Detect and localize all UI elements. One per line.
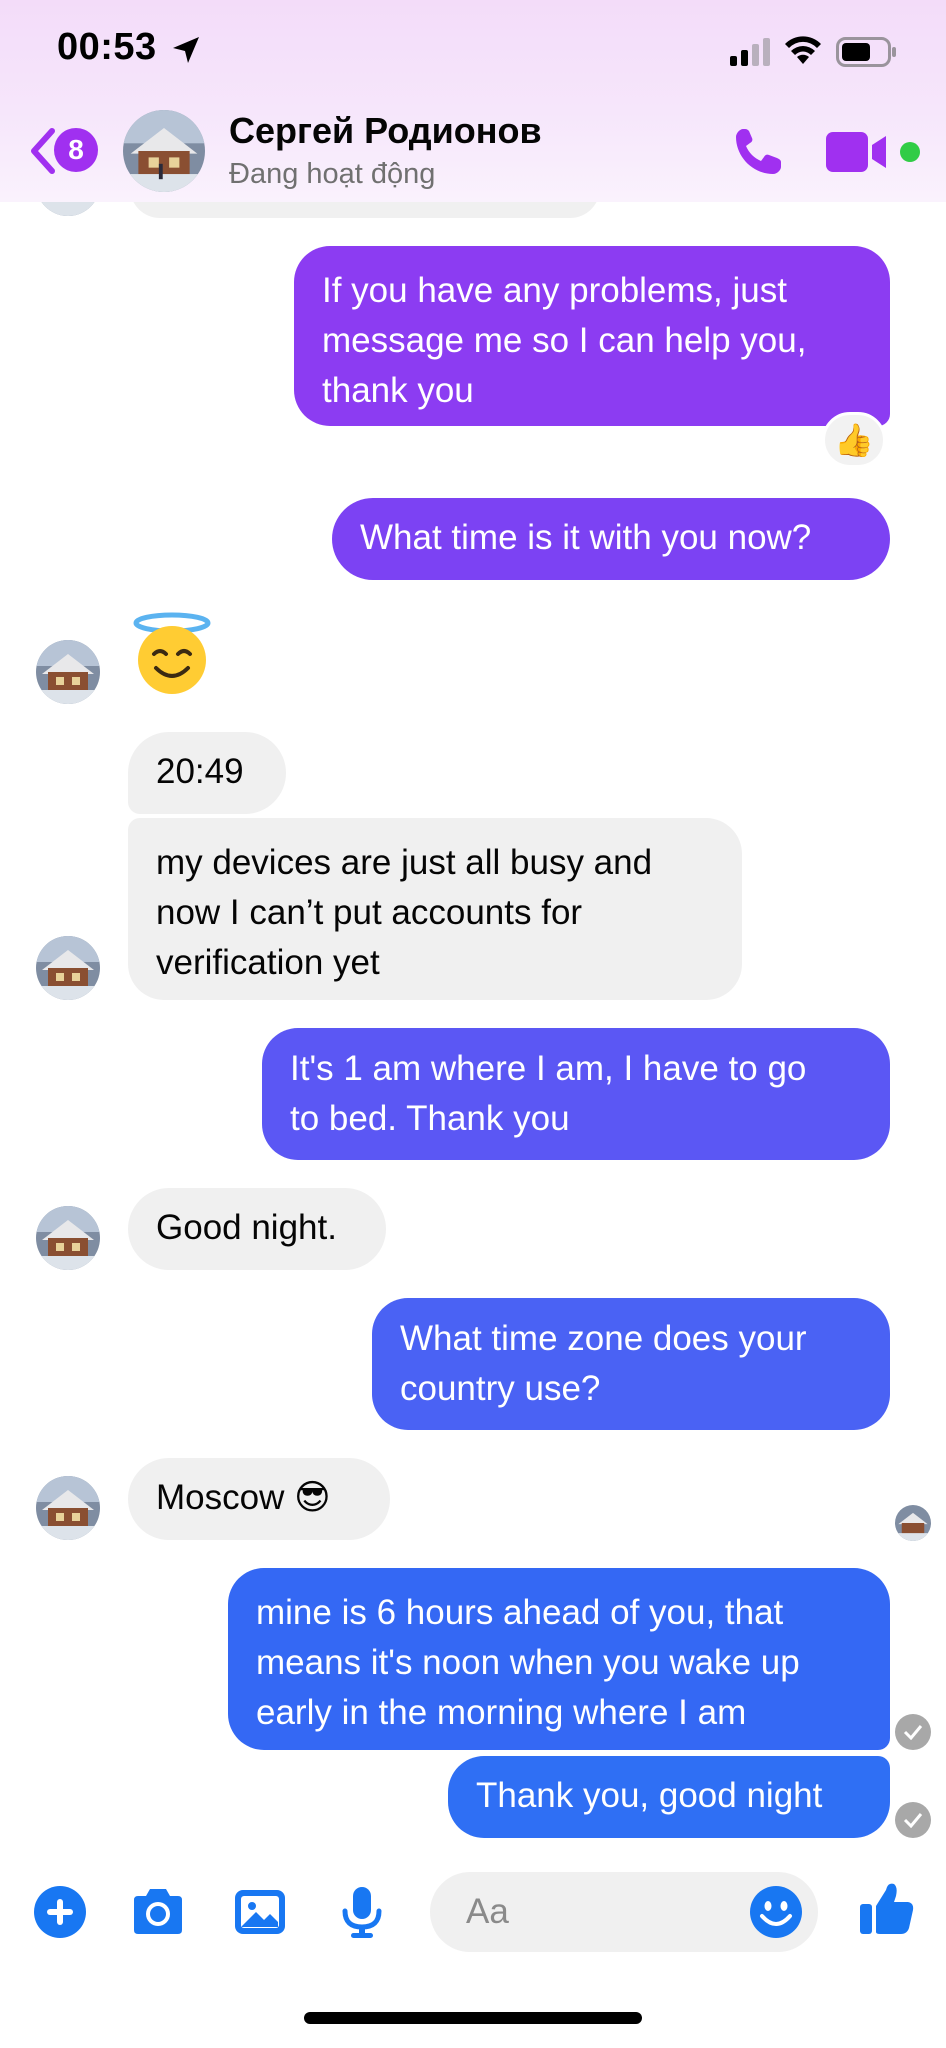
gallery-icon[interactable] bbox=[232, 1884, 288, 1940]
video-camera-icon[interactable] bbox=[826, 130, 890, 174]
thumbs-up-icon[interactable] bbox=[856, 1878, 916, 1938]
message-bubble-out[interactable]: Thank you, good night bbox=[448, 1756, 890, 1838]
online-status-dot bbox=[900, 142, 920, 162]
message-text: 20:49 bbox=[156, 752, 244, 791]
sent-check-icon bbox=[895, 1714, 931, 1750]
message-text: means it's noon when you wake up bbox=[256, 1643, 800, 1682]
back-button[interactable]: 8 bbox=[28, 124, 104, 178]
microphone-icon[interactable] bbox=[334, 1884, 390, 1940]
sender-avatar[interactable] bbox=[36, 1206, 100, 1270]
location-arrow-icon bbox=[173, 37, 199, 63]
message-input[interactable]: Aa bbox=[430, 1872, 818, 1952]
cellular-signal-icon bbox=[730, 38, 770, 66]
message-text: If you have any problems, just bbox=[322, 271, 787, 310]
home-indicator[interactable] bbox=[304, 2012, 642, 2024]
contact-status: Đang hoạt động bbox=[229, 158, 436, 190]
message-text: Thank you, good night bbox=[476, 1776, 823, 1815]
wifi-icon bbox=[785, 36, 821, 64]
phone-icon[interactable] bbox=[730, 124, 786, 180]
thumbs-up-reaction[interactable]: 👍 bbox=[822, 412, 886, 468]
message-text: What time zone does your bbox=[400, 1319, 807, 1358]
status-time: 00:53 bbox=[57, 26, 157, 68]
sent-check-icon bbox=[895, 1802, 931, 1838]
message-text: to bed. Thank you bbox=[290, 1099, 570, 1138]
message-bubble-out[interactable]: It's 1 am where I am, I have to go to be… bbox=[262, 1028, 890, 1160]
message-bubble-out[interactable]: If you have any problems, just message m… bbox=[294, 246, 890, 426]
message-text: message me so I can help you, bbox=[322, 321, 807, 360]
sender-avatar[interactable] bbox=[36, 936, 100, 1000]
message-bubble-out[interactable]: What time zone does your country use? bbox=[372, 1298, 890, 1430]
message-bubble-out[interactable]: What time is it with you now? bbox=[332, 498, 890, 580]
battery-icon bbox=[836, 37, 896, 67]
contact-avatar[interactable] bbox=[123, 110, 205, 192]
sender-avatar[interactable] bbox=[36, 640, 100, 704]
sender-avatar[interactable] bbox=[36, 1476, 100, 1540]
message-text: It's 1 am where I am, I have to go bbox=[290, 1049, 807, 1088]
message-bubble-out[interactable]: mine is 6 hours ahead of you, that means… bbox=[228, 1568, 890, 1750]
unread-count-badge: 8 bbox=[54, 128, 98, 172]
read-receipt-avatar bbox=[895, 1505, 931, 1541]
chat-header: 00:53 8 Сергей Родионов Đang hoạt động bbox=[0, 0, 946, 202]
message-text: Good night. bbox=[156, 1208, 337, 1247]
message-text: my devices are just all busy and bbox=[156, 843, 653, 882]
message-bubble-in[interactable]: 20:49 bbox=[128, 732, 286, 814]
message-bubble-in[interactable]: Good night. bbox=[128, 1188, 386, 1270]
smiling-face-with-halo-emoji[interactable] bbox=[132, 612, 212, 696]
message-input-placeholder: Aa bbox=[466, 1892, 509, 1931]
message-text: early in the morning where I am bbox=[256, 1693, 747, 1732]
message-text: Moscow 😎 bbox=[156, 1478, 331, 1517]
message-text: What time is it with you now? bbox=[360, 518, 812, 557]
message-bubble-in[interactable]: my devices are just all busy and now I c… bbox=[128, 818, 742, 1000]
message-text: now I can’t put accounts for bbox=[156, 893, 583, 932]
reaction-emoji: 👍 bbox=[834, 422, 874, 458]
message-text: verification yet bbox=[156, 943, 380, 982]
contact-name[interactable]: Сергей Родионов bbox=[229, 110, 542, 152]
message-text: mine is 6 hours ahead of you, that bbox=[256, 1593, 784, 1632]
message-text: thank you bbox=[322, 371, 474, 410]
message-text: country use? bbox=[400, 1369, 601, 1408]
camera-icon[interactable] bbox=[130, 1884, 186, 1940]
plus-icon[interactable] bbox=[32, 1884, 88, 1940]
emoji-icon[interactable] bbox=[748, 1884, 804, 1940]
message-bubble-in[interactable]: Moscow 😎 bbox=[128, 1458, 390, 1540]
